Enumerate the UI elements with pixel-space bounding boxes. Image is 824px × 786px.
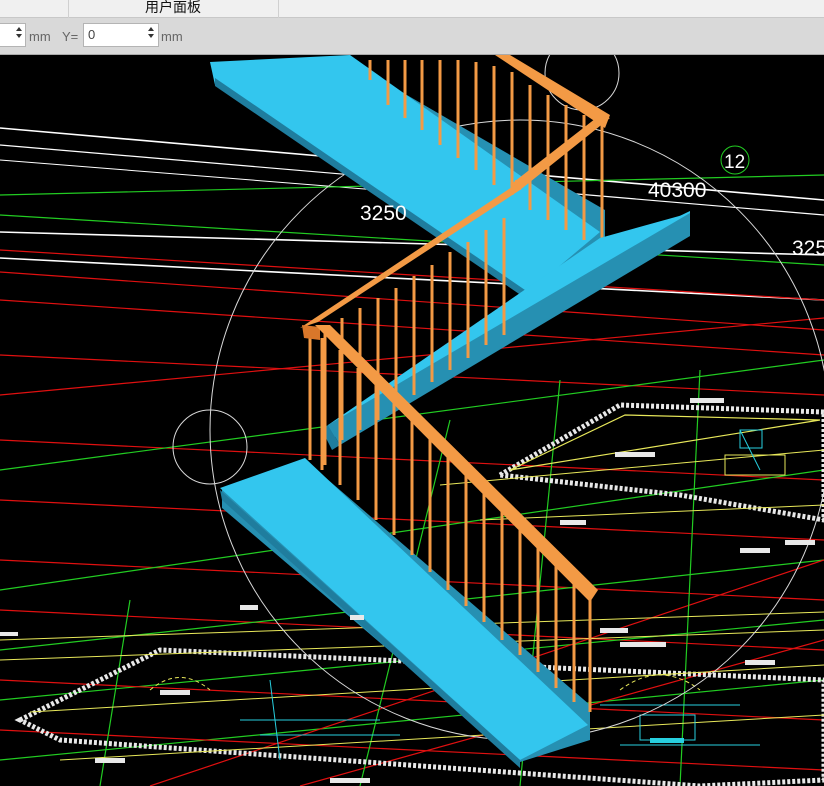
cad-3d-viewport[interactable]: 3250 40300 325 12 — [0, 55, 824, 786]
y-spinner[interactable] — [146, 24, 156, 46]
upper-return-handrail — [510, 115, 610, 190]
coordinate-bar: mm Y= 0 mm — [0, 18, 824, 55]
dimension-label-325: 325 — [792, 237, 824, 260]
dimension-label-40300: 40300 — [648, 179, 706, 202]
x-unit-label: mm — [29, 29, 51, 44]
panel-divider — [278, 0, 279, 18]
user-panel-title[interactable]: 用户面板 — [145, 0, 201, 17]
top-panel-bar: 用户面板 — [0, 0, 824, 18]
staircase-3d-scene: 3250 40300 325 12 — [0, 55, 824, 786]
panel-divider — [68, 0, 69, 18]
dimension-label-3250: 3250 — [360, 202, 407, 225]
y-unit-label: mm — [161, 29, 183, 44]
axis-bubble-label: 12 — [724, 152, 745, 173]
y-label: Y= — [62, 29, 79, 44]
x-spinner[interactable] — [14, 24, 24, 46]
